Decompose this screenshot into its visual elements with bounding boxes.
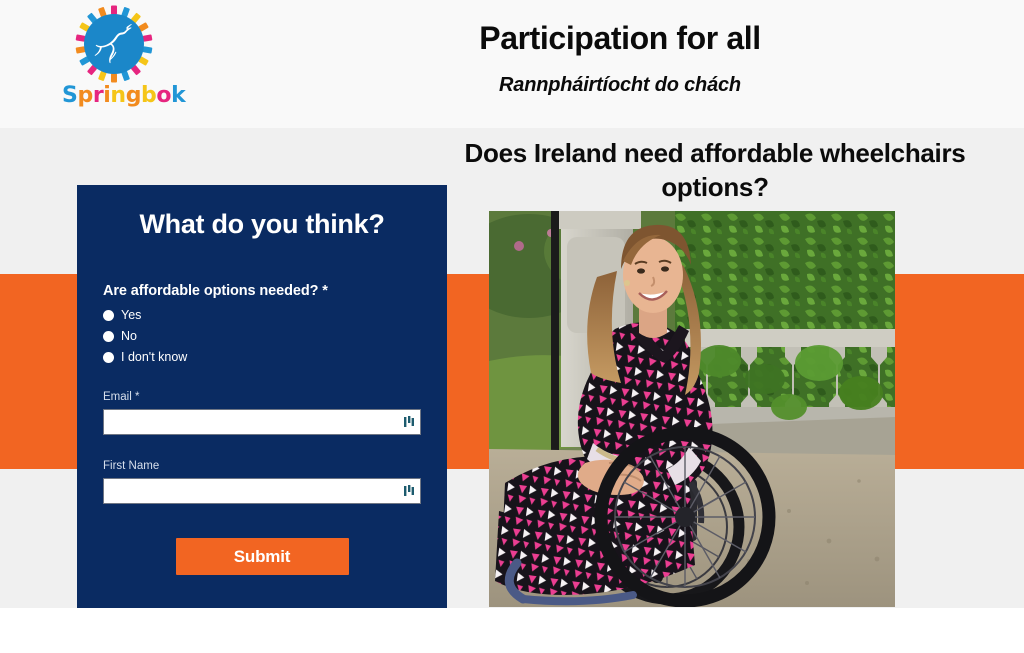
- springbok-wordmark: Springbok: [62, 83, 186, 108]
- radio-option-dont-know[interactable]: I don't know: [103, 348, 421, 366]
- site-header: Springbok Participation for all Rannphái…: [0, 0, 1024, 128]
- email-input-box[interactable]: [103, 409, 421, 435]
- submit-row: Submit: [103, 538, 421, 575]
- header-title-group: Participation for all Rannpháirtíocht do…: [300, 18, 940, 98]
- wordmark-letter-2: r: [92, 83, 104, 108]
- autofill-icon[interactable]: [404, 485, 415, 497]
- wordmark-letter-7: o: [156, 83, 172, 108]
- springbok-antelope-icon: [94, 24, 132, 64]
- page-root: Springbok Participation for all Rannphái…: [0, 0, 1024, 653]
- wheelchair-user-photo: [489, 211, 895, 607]
- first-name-field-group: First Name: [103, 459, 421, 504]
- email-field-label: Email *: [103, 391, 140, 403]
- first-name-input-box[interactable]: [103, 478, 421, 504]
- radio-circle-icon[interactable]: [103, 330, 114, 342]
- radio-circle-icon[interactable]: [103, 309, 114, 321]
- survey-form-panel: What do you think? Are affordable option…: [77, 185, 447, 608]
- radio-group-label: Are affordable options needed? *: [103, 283, 328, 299]
- radio-circle-icon[interactable]: [103, 351, 114, 363]
- radio-group: Yes No I don't know: [103, 306, 421, 366]
- email-input[interactable]: [104, 410, 420, 434]
- submit-button[interactable]: Submit: [175, 538, 349, 575]
- radio-option-label: Yes: [121, 308, 142, 322]
- wordmark-letter-6: b: [141, 83, 157, 108]
- email-field-group: Email *: [103, 390, 421, 435]
- autofill-icon[interactable]: [404, 416, 415, 428]
- first-name-input[interactable]: [104, 479, 420, 503]
- first-name-field-label: First Name: [103, 460, 160, 472]
- wordmark-letter-0: S: [62, 83, 78, 108]
- form-body: Are affordable options needed? * Yes No …: [77, 283, 447, 575]
- form-title: What do you think?: [139, 209, 385, 239]
- springbok-logo[interactable]: Springbok: [62, 2, 186, 110]
- radio-option-no[interactable]: No: [103, 327, 421, 345]
- radio-option-label: I don't know: [121, 350, 188, 364]
- wordmark-letter-4: n: [110, 83, 126, 108]
- wordmark-letter-8: k: [171, 83, 186, 108]
- photo-illustration: [489, 211, 895, 607]
- wordmark-letter-5: g: [125, 83, 142, 108]
- radio-option-yes[interactable]: Yes: [103, 306, 421, 324]
- springbok-logo-mark: [67, 2, 161, 86]
- wordmark-letter-1: p: [77, 83, 93, 108]
- page-subtitle-irish: Rannpháirtíocht do chách: [499, 74, 741, 96]
- radio-option-label: No: [121, 329, 137, 343]
- page-title: Participation for all: [479, 20, 761, 56]
- campaign-question-heading: Does Ireland need affordable wheelchairs…: [464, 138, 966, 202]
